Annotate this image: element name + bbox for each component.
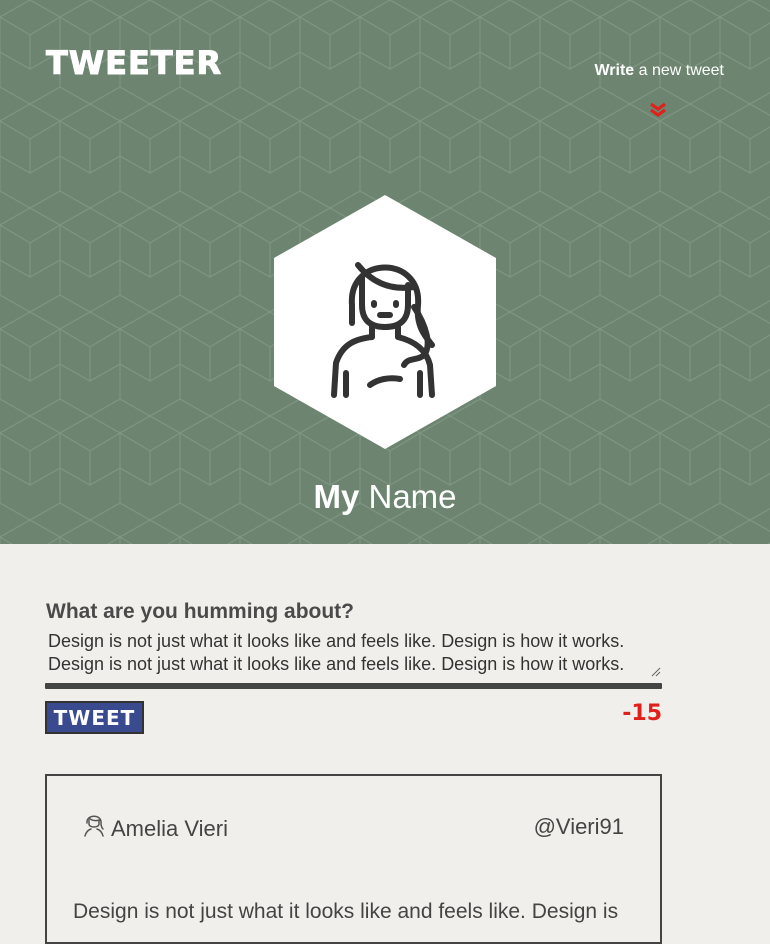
character-counter: -15 — [622, 701, 662, 726]
write-link-rest: a new tweet — [634, 62, 724, 79]
composer-label: What are you humming about? — [46, 600, 354, 623]
profile-header: TWEETER Write a new tweet My Name — [0, 0, 770, 544]
tweet-card: Amelia Vieri @Vieri91 Design is not just… — [45, 774, 662, 944]
woman-avatar-icon — [84, 815, 104, 837]
write-link-bold: Write — [594, 62, 635, 79]
tweet-textarea[interactable]: Design is not just what it looks like an… — [46, 630, 662, 680]
profile-name-bold: My — [313, 478, 360, 515]
profile-name: My Name — [0, 478, 770, 516]
write-tweet-link[interactable]: Write a new tweet — [594, 62, 724, 80]
tweet-author-handle: @Vieri91 — [533, 814, 624, 839]
tweet-text: Design is not just what it looks like an… — [73, 900, 619, 923]
woman-avatar-icon — [274, 195, 496, 449]
tweet-author-name: Amelia Vieri — [111, 816, 228, 841]
profile-name-rest: Name — [359, 478, 457, 515]
resize-grip-icon[interactable] — [651, 667, 661, 677]
tweet-button[interactable]: TWEET — [45, 701, 144, 734]
double-chevron-down-icon[interactable] — [648, 102, 668, 118]
composer-underline — [45, 683, 662, 689]
profile-avatar — [274, 195, 496, 449]
app-logo[interactable]: TWEETER — [45, 44, 222, 83]
